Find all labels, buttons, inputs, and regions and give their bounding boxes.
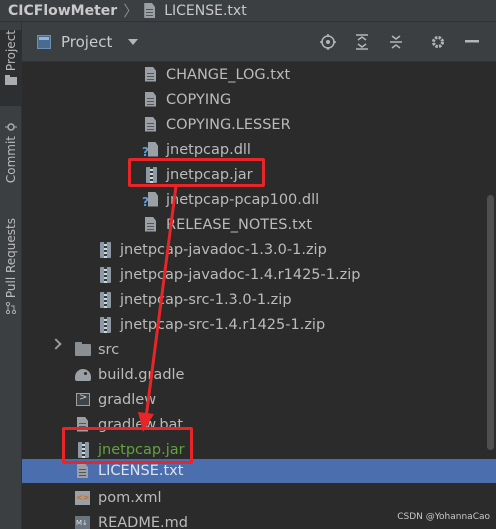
chevron-down-icon[interactable]: [128, 38, 139, 45]
tree-item-build-gradle[interactable]: build.gradle: [74, 362, 496, 387]
tree-item-gradlew[interactable]: gradlew: [74, 387, 496, 412]
project-view-icon: [37, 34, 51, 49]
tree-item-src-folder[interactable]: src: [50, 337, 496, 362]
text-file-icon: [142, 91, 160, 109]
project-tool-tab[interactable]: Project: [0, 30, 22, 106]
minimize-icon[interactable]: [462, 32, 482, 52]
locate-icon[interactable]: [318, 32, 338, 52]
tree-item-src-1-4[interactable]: jnetpcap-src-1.4.r1425-1.zip: [96, 312, 496, 337]
breadcrumb-separator-icon: 〉: [123, 2, 139, 20]
folder-icon: [74, 341, 92, 359]
zip-file-icon: [96, 266, 114, 284]
tree-item-javadoc-1-4[interactable]: jnetpcap-javadoc-1.4.r1425-1.zip: [96, 262, 496, 287]
collapse-all-icon[interactable]: [386, 32, 406, 52]
commit-icon: [5, 123, 17, 131]
tree-item-change-log[interactable]: CHANGE_LOG.txt: [142, 62, 496, 87]
tree-item-release-notes[interactable]: RELEASE_NOTES.txt: [142, 212, 496, 237]
project-tool-tab-label: Project: [4, 30, 18, 72]
folder-icon: [5, 75, 17, 86]
tree-item-copying-lesser[interactable]: COPYING.LESSER: [142, 112, 496, 137]
breadcrumb-project[interactable]: CICFlowMeter: [0, 3, 117, 19]
watermark: CSDN @YohannaCao: [397, 512, 490, 522]
commit-tool-tab[interactable]: Commit: [0, 122, 22, 186]
tree-item-javadoc-1-3[interactable]: jnetpcap-javadoc-1.3.0-1.zip: [96, 237, 496, 262]
pull-requests-tool-tab-label: Pull Requests: [4, 218, 18, 299]
tree-item-copying[interactable]: COPYING: [142, 87, 496, 112]
text-file-icon: [142, 66, 160, 84]
highlight-box-source: [128, 158, 265, 187]
gear-icon[interactable]: [428, 32, 448, 52]
terminal-file-icon: [74, 391, 92, 409]
text-file-icon: [74, 462, 92, 480]
text-file-icon: [142, 216, 160, 234]
xml-file-icon: [74, 489, 92, 507]
tree-item-pom-xml[interactable]: pom.xml: [74, 485, 496, 510]
markdown-file-icon: [74, 514, 92, 529]
expand-all-icon[interactable]: [352, 32, 372, 52]
text-file-icon: [142, 116, 160, 134]
commit-tool-tab-label: Commit: [4, 136, 18, 184]
zip-file-icon: [96, 316, 114, 334]
pull-request-icon: [5, 302, 17, 315]
tree-scrollbar[interactable]: [487, 195, 494, 450]
tree-item-src-1-3[interactable]: jnetpcap-src-1.3.0-1.zip: [96, 287, 496, 312]
navigation-breadcrumb: CICFlowMeter 〉 LICENSE.txt: [0, 0, 496, 22]
project-panel-header: Project: [22, 22, 496, 62]
zip-file-icon: [96, 291, 114, 309]
gradle-icon: [74, 366, 92, 384]
dll-file-icon: ?: [142, 141, 160, 159]
tree-item-jnetpcap-pcap100-dll[interactable]: ? jnetpcap-pcap100.dll: [142, 187, 496, 212]
pull-requests-tool-tab[interactable]: Pull Requests: [0, 218, 22, 330]
zip-file-icon: [96, 241, 114, 259]
breadcrumb-file[interactable]: LICENSE.txt: [164, 3, 246, 19]
tool-window-strip: Project Commit Pull Requests: [0, 22, 22, 529]
project-view-selector[interactable]: Project: [61, 33, 112, 51]
highlight-box-destination: [62, 427, 193, 464]
text-file-icon: [144, 3, 156, 18]
chevron-right-icon[interactable]: [50, 338, 62, 350]
dll-file-icon: ?: [142, 191, 160, 209]
